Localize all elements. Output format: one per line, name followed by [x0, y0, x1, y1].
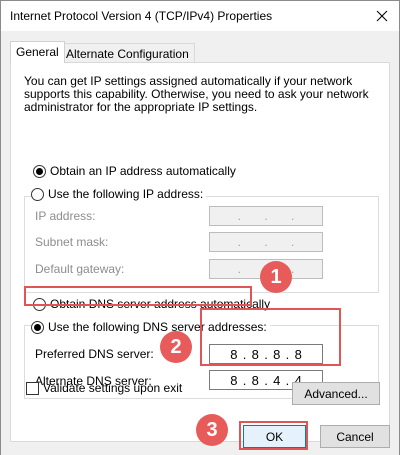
- dns-auto-option[interactable]: Obtain DNS server address automatically: [33, 297, 270, 311]
- dns-manual-label: Use the following DNS server addresses:: [48, 320, 267, 334]
- ip-manual-radio[interactable]: [31, 187, 44, 201]
- preferred-dns-input[interactable]: 8 . 8 . 8 . 8: [209, 344, 323, 364]
- preferred-dns-octet-3: 8: [273, 346, 281, 362]
- tab-alternate-configuration[interactable]: Alternate Configuration: [60, 43, 195, 63]
- preferred-dns-octet-4: 8: [294, 346, 302, 362]
- ok-button[interactable]: OK: [243, 425, 306, 448]
- ip-address-label: IP address:: [35, 209, 96, 223]
- subnet-mask-input: . . .: [209, 232, 323, 252]
- ip-manual-option[interactable]: Use the following IP address:: [31, 187, 207, 201]
- subnet-mask-label: Subnet mask:: [35, 235, 109, 249]
- ip-auto-option[interactable]: Obtain an IP address automatically: [33, 164, 236, 178]
- preferred-dns-label: Preferred DNS server:: [35, 347, 154, 361]
- ip-address-input: . . .: [209, 206, 323, 226]
- step-3-badge: 3: [196, 414, 228, 446]
- dns-manual-option[interactable]: Use the following DNS server addresses:: [31, 320, 270, 334]
- preferred-dns-octet-2: 8: [251, 346, 259, 362]
- validate-settings-option[interactable]: Validate settings upon exit: [26, 381, 182, 395]
- alternate-dns-octet-3: 4: [273, 372, 281, 388]
- cancel-button[interactable]: Cancel: [320, 425, 390, 448]
- ipv4-properties-dialog: Internet Protocol Version 4 (TCP/IPv4) P…: [0, 0, 400, 455]
- advanced-button[interactable]: Advanced...: [292, 382, 380, 405]
- alternate-dns-octet-1: 8: [230, 372, 238, 388]
- close-icon: [376, 10, 388, 22]
- ip-auto-radio[interactable]: [33, 164, 46, 178]
- close-button[interactable]: [365, 1, 399, 31]
- step-1-badge: 1: [260, 261, 292, 293]
- alternate-dns-octet-2: 8: [251, 372, 259, 388]
- title-bar: Internet Protocol Version 4 (TCP/IPv4) P…: [1, 1, 399, 31]
- dialog-title: Internet Protocol Version 4 (TCP/IPv4) P…: [10, 9, 273, 23]
- validate-settings-label: Validate settings upon exit: [43, 381, 183, 395]
- dns-auto-radio[interactable]: [33, 297, 46, 311]
- preferred-dns-octet-1: 8: [230, 346, 238, 362]
- default-gateway-label: Default gateway:: [35, 262, 125, 276]
- tab-general[interactable]: General: [10, 41, 65, 63]
- ip-auto-label: Obtain an IP address automatically: [50, 164, 236, 178]
- ip-manual-label: Use the following IP address:: [48, 187, 204, 201]
- dns-auto-label: Obtain DNS server address automatically: [50, 297, 271, 311]
- intro-text: You can get IP settings assigned automat…: [24, 74, 369, 114]
- tab-control: General Alternate Configuration You can …: [1, 31, 399, 455]
- step-2-badge: 2: [160, 331, 192, 363]
- validate-settings-checkbox[interactable]: [26, 381, 39, 395]
- dns-manual-radio[interactable]: [31, 320, 44, 334]
